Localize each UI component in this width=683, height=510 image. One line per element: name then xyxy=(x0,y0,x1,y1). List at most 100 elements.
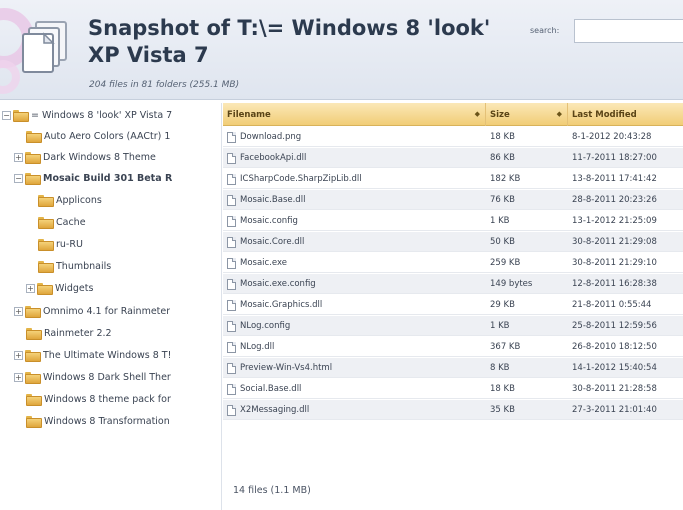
sort-arrows-icon[interactable]: ◆ xyxy=(557,110,562,118)
expand-icon[interactable]: + xyxy=(14,152,23,162)
folder-icon xyxy=(38,217,54,229)
tree-item-ru-ru[interactable]: ru-RU xyxy=(38,234,83,254)
tree-item-widgets[interactable]: + Widgets xyxy=(26,278,93,298)
table-row[interactable]: NLog.config 1 KB 25-8-2011 12:59:56 xyxy=(223,316,683,336)
expand-icon[interactable]: + xyxy=(14,372,23,382)
size-cell: 18 KB xyxy=(490,132,515,142)
grid-header: Filename ◆ Size ◆ Last Modified xyxy=(223,103,683,126)
filename-cell: ICSharpCode.SharpZipLib.dll xyxy=(227,169,482,189)
column-header-label: Last Modified xyxy=(572,109,637,120)
table-row[interactable]: Mosaic.Graphics.dll 29 KB 21-8-2011 0:55… xyxy=(223,295,683,315)
expand-icon[interactable]: + xyxy=(14,306,23,316)
tree-item-label: ru-RU xyxy=(56,238,83,250)
tree-item-transformation[interactable]: Windows 8 Transformation xyxy=(26,411,170,431)
collapse-icon[interactable]: − xyxy=(2,110,11,120)
tree-item-theme-pack[interactable]: Windows 8 theme pack for xyxy=(26,389,171,409)
filename-cell: Preview-Win-Vs4.html xyxy=(227,358,482,378)
filename-cell: NLog.dll xyxy=(227,337,482,357)
file-icon xyxy=(227,299,236,311)
folder-icon xyxy=(38,195,54,207)
filename-cell: Mosaic.exe xyxy=(227,253,482,273)
table-row[interactable]: Mosaic.exe 259 KB 30-8-2011 21:29:10 xyxy=(223,253,683,273)
tree-item-omnimo[interactable]: + Omnimo 4.1 for Rainmeter xyxy=(14,301,170,321)
folder-icon xyxy=(25,372,41,384)
modified-cell: 26-8-2010 18:12:50 xyxy=(572,342,657,352)
folder-tree[interactable]: − = Windows 8 'look' XP Vista 7 Auto Aer… xyxy=(0,103,222,510)
modified-cell: 14-1-2012 15:40:54 xyxy=(572,363,657,373)
folder-icon xyxy=(25,350,41,362)
file-icon xyxy=(227,194,236,206)
modified-cell: 13-8-2011 17:41:42 xyxy=(572,174,657,184)
filename-text: Mosaic.exe xyxy=(240,258,287,268)
size-cell: 35 KB xyxy=(490,405,515,415)
tree-item-applicons[interactable]: Applicons xyxy=(38,190,102,210)
column-header-size[interactable]: Size ◆ xyxy=(486,103,568,126)
tree-item-ultimate-windows-8[interactable]: + The Ultimate Windows 8 T! xyxy=(14,345,171,365)
table-row[interactable]: Mosaic.config 1 KB 13-1-2012 21:25:09 xyxy=(223,211,683,231)
header: Snapshot of T:\= Windows 8 'look' XP Vis… xyxy=(0,0,683,100)
tree-item-cache[interactable]: Cache xyxy=(38,212,86,232)
tree-item-label: Thumbnails xyxy=(56,260,112,272)
folder-icon xyxy=(26,416,42,428)
table-row[interactable]: NLog.dll 367 KB 26-8-2010 18:12:50 xyxy=(223,337,683,357)
tree-item-label: Windows 8 Dark Shell Ther xyxy=(43,371,171,383)
folder-icon xyxy=(25,306,41,318)
tree-item-label: Cache xyxy=(56,216,86,228)
filename-cell: NLog.config xyxy=(227,316,482,336)
size-cell: 29 KB xyxy=(490,300,515,310)
folder-icon xyxy=(26,328,42,340)
size-cell: 76 KB xyxy=(490,195,515,205)
filename-cell: X2Messaging.dll xyxy=(227,400,482,420)
collapse-icon[interactable]: − xyxy=(14,173,23,183)
filename-text: Mosaic.config xyxy=(240,216,298,226)
table-row[interactable]: Mosaic.Base.dll 76 KB 28-8-2011 20:23:26 xyxy=(223,190,683,210)
tree-item-label: Dark Windows 8 Theme xyxy=(43,151,156,163)
filename-text: Mosaic.Core.dll xyxy=(240,237,305,247)
filename-cell: Mosaic.exe.config xyxy=(227,274,482,294)
filename-text: X2Messaging.dll xyxy=(240,405,310,415)
table-row[interactable]: X2Messaging.dll 35 KB 27-3-2011 21:01:40 xyxy=(223,400,683,420)
size-cell: 1 KB xyxy=(490,216,510,226)
expand-icon[interactable]: + xyxy=(14,350,23,360)
table-row[interactable]: Mosaic.Core.dll 50 KB 30-8-2011 21:29:08 xyxy=(223,232,683,252)
folder-icon xyxy=(25,173,41,185)
table-row[interactable]: ICSharpCode.SharpZipLib.dll 182 KB 13-8-… xyxy=(223,169,683,189)
search-input[interactable] xyxy=(574,19,683,43)
table-row[interactable]: Social.Base.dll 18 KB 30-8-2011 21:28:58 xyxy=(223,379,683,399)
tree-item-auto-aero-colors[interactable]: Auto Aero Colors (AACtr) 1 xyxy=(26,126,170,146)
file-icon xyxy=(227,404,236,416)
column-header-label: Filename xyxy=(227,109,271,120)
snapshot-summary: 204 files in 81 folders (255.1 MB) xyxy=(89,80,240,90)
tree-item-thumbnails[interactable]: Thumbnails xyxy=(38,256,111,276)
modified-cell: 30-8-2011 21:28:58 xyxy=(572,384,657,394)
tree-item-label: Omnimo 4.1 for Rainmeter xyxy=(43,305,171,317)
modified-cell: 25-8-2011 12:59:56 xyxy=(572,321,657,331)
tree-item-dark-shell-theme[interactable]: + Windows 8 Dark Shell Ther xyxy=(14,367,171,387)
size-cell: 50 KB xyxy=(490,237,515,247)
filename-cell: Social.Base.dll xyxy=(227,379,482,399)
table-row[interactable]: Mosaic.exe.config 149 bytes 12-8-2011 16… xyxy=(223,274,683,294)
modified-cell: 28-8-2011 20:23:26 xyxy=(572,195,657,205)
column-header-last-modified[interactable]: Last Modified xyxy=(568,103,683,126)
tree-item-dark-windows-8-theme[interactable]: + Dark Windows 8 Theme xyxy=(14,147,156,167)
column-header-filename[interactable]: Filename ◆ xyxy=(223,103,486,126)
tree-item-root[interactable]: − = Windows 8 'look' XP Vista 7 xyxy=(2,105,172,125)
size-cell: 1 KB xyxy=(490,321,510,331)
filename-cell: Mosaic.Base.dll xyxy=(227,190,482,210)
table-row[interactable]: FacebookApi.dll 86 KB 11-7-2011 18:27:00 xyxy=(223,148,683,168)
folder-icon xyxy=(26,131,42,143)
search-label: search: xyxy=(530,26,560,35)
table-row[interactable]: Preview-Win-Vs4.html 8 KB 14-1-2012 15:4… xyxy=(223,358,683,378)
tree-item-label: Windows 8 Transformation xyxy=(44,415,170,427)
table-row[interactable]: Download.png 18 KB 8-1-2012 20:43:28 xyxy=(223,127,683,147)
filename-cell: Download.png xyxy=(227,127,482,147)
filename-cell: Mosaic.Graphics.dll xyxy=(227,295,482,315)
sort-arrows-icon[interactable]: ◆ xyxy=(475,110,480,118)
modified-cell: 8-1-2012 20:43:28 xyxy=(572,132,652,142)
size-cell: 259 KB xyxy=(490,258,521,268)
modified-cell: 13-1-2012 21:25:09 xyxy=(572,216,657,226)
tree-item-mosaic-build[interactable]: − Mosaic Build 301 Beta R xyxy=(14,168,172,188)
folder-icon xyxy=(13,110,29,122)
tree-item-rainmeter[interactable]: Rainmeter 2.2 xyxy=(26,323,112,343)
expand-icon[interactable]: + xyxy=(26,283,35,293)
